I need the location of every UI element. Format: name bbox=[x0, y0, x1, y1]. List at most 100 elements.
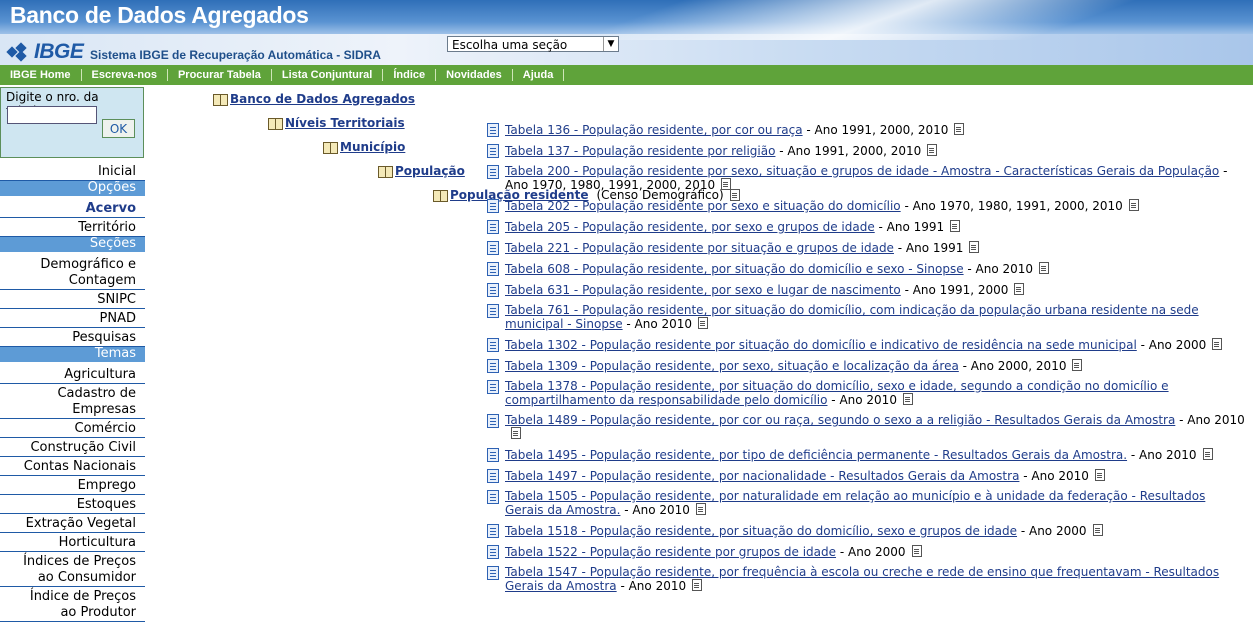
table-years: - Ano 1991 bbox=[874, 220, 945, 234]
sidebar-item[interactable]: Índice de Preços ao Produtor bbox=[0, 587, 145, 622]
table-link[interactable]: Tabela 1302 - População residente por si… bbox=[505, 338, 1137, 352]
table-years: - Ano 2000 bbox=[836, 545, 906, 559]
document-icon[interactable] bbox=[927, 144, 938, 156]
table-row: Tabela 221 - População residente por sit… bbox=[487, 241, 1247, 255]
table-icon bbox=[487, 448, 499, 462]
breadcrumb-link[interactable]: População bbox=[395, 164, 465, 178]
table-link[interactable]: Tabela 202 - População residente por sex… bbox=[505, 199, 901, 213]
book-icon bbox=[378, 165, 393, 178]
table-row: Tabela 608 - População residente, por si… bbox=[487, 262, 1247, 276]
sidebar-item[interactable]: Pesquisas bbox=[0, 328, 145, 347]
nav-procurar-tabela[interactable]: Procurar Tabela bbox=[168, 69, 272, 81]
table-years: - Ano 2000, 2010 bbox=[958, 359, 1067, 373]
document-icon[interactable] bbox=[692, 579, 703, 591]
table-years: - Ano 1970, 1980, 1991, 2000, 2010 bbox=[900, 199, 1123, 213]
breadcrumb-link[interactable]: Município bbox=[340, 140, 405, 154]
table-link[interactable]: Tabela 221 - População residente por sit… bbox=[505, 241, 894, 255]
breadcrumb-link[interactable]: Banco de Dados Agregados bbox=[230, 92, 415, 106]
table-link[interactable]: Tabela 1505 - População residente, por n… bbox=[505, 489, 1205, 517]
table-link[interactable]: Tabela 200 - População residente por sex… bbox=[505, 164, 1219, 178]
table-link[interactable]: Tabela 761 - População residente, por si… bbox=[505, 303, 1199, 331]
document-icon[interactable] bbox=[1212, 338, 1223, 350]
breadcrumb-link[interactable]: Níveis Territoriais bbox=[285, 116, 405, 130]
document-icon[interactable] bbox=[1092, 524, 1103, 536]
table-link[interactable]: Tabela 1497 - População residente, por n… bbox=[505, 469, 1019, 483]
document-icon[interactable] bbox=[911, 545, 922, 557]
sidebar-item[interactable]: PNAD bbox=[0, 309, 145, 328]
document-icon[interactable] bbox=[698, 317, 709, 329]
table-link[interactable]: Tabela 1309 - População residente, por s… bbox=[505, 359, 959, 373]
document-icon[interactable] bbox=[969, 241, 980, 253]
sidebar-item[interactable]: Território bbox=[0, 218, 145, 237]
sidebar-item-label: Contagem bbox=[68, 273, 136, 288]
ibge-logo[interactable]: IBGE bbox=[6, 40, 84, 64]
document-icon[interactable] bbox=[1039, 262, 1050, 274]
document-icon[interactable] bbox=[721, 178, 732, 190]
table-link[interactable]: Tabela 1495 - População residente, por t… bbox=[505, 448, 1127, 462]
document-icon[interactable] bbox=[1072, 359, 1083, 371]
document-icon[interactable] bbox=[1014, 283, 1025, 295]
table-link[interactable]: Tabela 1522 - População residente por gr… bbox=[505, 545, 836, 559]
nav-indice[interactable]: Índice bbox=[383, 69, 437, 81]
table-row: Tabela 761 - População residente, por si… bbox=[487, 304, 1247, 331]
document-icon[interactable] bbox=[511, 427, 521, 439]
table-link[interactable]: Tabela 1518 - População residente, por s… bbox=[505, 524, 1017, 538]
sidebar-item[interactable]: Contas Nacionais bbox=[0, 457, 145, 476]
sidebar-item[interactable]: Estoques bbox=[0, 495, 145, 514]
sidebar-item[interactable]: Horticultura bbox=[0, 533, 145, 552]
sidebar-item[interactable]: Inicial bbox=[0, 162, 145, 181]
nav-lista-conjuntural[interactable]: Lista Conjuntural bbox=[272, 69, 384, 81]
table-number-input[interactable] bbox=[7, 106, 97, 124]
book-icon bbox=[268, 117, 283, 130]
sidebar-item[interactable]: Comércio bbox=[0, 419, 145, 438]
table-link[interactable]: Tabela 1489 - População residente, por c… bbox=[505, 413, 1175, 427]
section-select[interactable]: Escolha uma seção ▼ bbox=[447, 36, 619, 52]
document-icon[interactable] bbox=[1202, 448, 1213, 460]
document-icon[interactable] bbox=[695, 503, 706, 515]
table-link[interactable]: Tabela 205 - População residente, por se… bbox=[505, 220, 875, 234]
breadcrumb-level-1[interactable]: Banco de Dados Agregados bbox=[213, 92, 415, 106]
table-row: Tabela 136 - População residente, por co… bbox=[487, 123, 1247, 137]
table-link[interactable]: Tabela 137 - População residente por rel… bbox=[505, 144, 775, 158]
document-icon[interactable] bbox=[1128, 199, 1139, 211]
table-entry: Tabela 136 - População residente, por co… bbox=[505, 123, 1247, 137]
ok-button[interactable]: OK bbox=[102, 119, 135, 138]
sidebar-item[interactable]: Índices de Preços ao Consumidor bbox=[0, 552, 145, 587]
table-icon bbox=[487, 490, 499, 504]
nav-ibge-home[interactable]: IBGE Home bbox=[0, 69, 82, 81]
document-icon[interactable] bbox=[1094, 469, 1105, 481]
document-icon[interactable] bbox=[954, 123, 965, 135]
sidebar-item[interactable]: Acervo bbox=[0, 199, 145, 218]
table-entry: Tabela 1522 - População residente por gr… bbox=[505, 545, 1247, 559]
table-link[interactable]: Tabela 136 - População residente, por co… bbox=[505, 123, 803, 137]
sidebar-item[interactable]: Demográfico e Contagem bbox=[0, 255, 145, 290]
table-icon bbox=[487, 165, 499, 179]
breadcrumb-level-2[interactable]: Níveis Territoriais bbox=[268, 116, 405, 130]
chevron-down-icon[interactable]: ▼ bbox=[603, 37, 618, 51]
sidebar-item[interactable]: Extração Vegetal bbox=[0, 514, 145, 533]
document-icon[interactable] bbox=[902, 393, 913, 405]
document-icon[interactable] bbox=[950, 220, 961, 232]
sidebar-item[interactable]: Construção Civil bbox=[0, 438, 145, 457]
table-entry: Tabela 1302 - População residente por si… bbox=[505, 338, 1247, 352]
table-years: - Ano 2010 bbox=[616, 579, 687, 593]
nav-ajuda[interactable]: Ajuda bbox=[513, 69, 565, 81]
table-row: Tabela 1489 - População residente, por c… bbox=[487, 414, 1247, 441]
table-link[interactable]: Tabela 608 - População residente, por si… bbox=[505, 262, 964, 276]
table-years: - Ano 2010 bbox=[1019, 469, 1089, 483]
sidebar-item[interactable]: Cadastro de Empresas bbox=[0, 384, 145, 419]
breadcrumb-level-3[interactable]: Município bbox=[323, 140, 405, 154]
table-link[interactable]: Tabela 1547 - População residente, por f… bbox=[505, 565, 1219, 593]
nav-novidades[interactable]: Novidades bbox=[436, 69, 513, 81]
table-link[interactable]: Tabela 631 - População residente, por se… bbox=[505, 283, 901, 297]
table-icon bbox=[487, 199, 499, 213]
sidebar-item[interactable]: SNIPC bbox=[0, 290, 145, 309]
breadcrumb-level-4[interactable]: População bbox=[378, 164, 465, 178]
nav-escreva-nos[interactable]: Escreva-nos bbox=[82, 69, 168, 81]
logo-text: IBGE bbox=[34, 40, 84, 63]
table-icon bbox=[487, 241, 499, 255]
sidebar-item-label: ao Produtor bbox=[60, 605, 136, 620]
sidebar-item[interactable]: Emprego bbox=[0, 476, 145, 495]
sidebar-item[interactable]: Agricultura bbox=[0, 365, 145, 384]
table-icon bbox=[487, 469, 499, 483]
